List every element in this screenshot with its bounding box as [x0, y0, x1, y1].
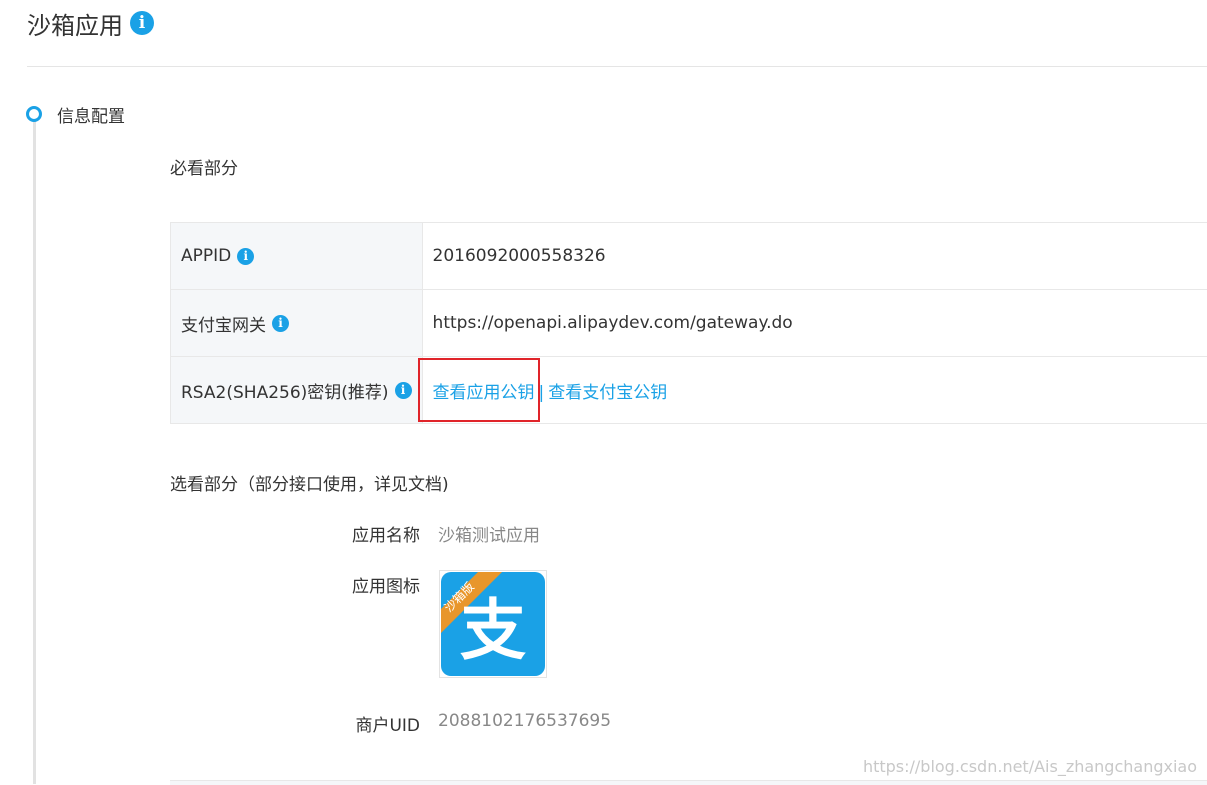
alipay-zhi-glyph: 支 [460, 592, 526, 669]
page-title: 沙箱应用 i [27, 6, 154, 40]
required-section-title: 必看部分 [170, 154, 238, 179]
app-name-row: 应用名称 沙箱测试应用 [300, 521, 540, 546]
merchant-uid-row: 商户UID 2088102176537695 [300, 711, 611, 736]
gateway-label: 支付宝网关 [181, 311, 266, 336]
header-divider [27, 66, 1207, 67]
step-title: 信息配置 [57, 102, 125, 127]
gateway-value: https://openapi.alipaydev.com/gateway.do [422, 290, 1207, 357]
table-row-rsa2-key: RSA2(SHA256)密钥(推荐) i 查看应用公钥|查看支付宝公钥 [171, 357, 1207, 424]
table-row-gateway: 支付宝网关 i https://openapi.alipaydev.com/ga… [171, 290, 1207, 357]
info-icon[interactable]: i [272, 315, 289, 332]
gateway-label-cell: 支付宝网关 i [171, 290, 423, 357]
next-table-edge [170, 780, 1207, 785]
timeline-line [33, 121, 36, 784]
app-icon-label: 应用图标 [300, 572, 420, 597]
timeline-step-dot [26, 106, 42, 122]
table-row-appid: APPID i 2016092000558326 [171, 223, 1207, 290]
view-alipay-public-key-link[interactable]: 查看支付宝公钥 [548, 383, 667, 403]
link-separator: | [539, 383, 545, 403]
merchant-uid-label: 商户UID [300, 711, 420, 736]
view-app-public-key-link[interactable]: 查看应用公钥 [433, 383, 535, 403]
info-icon[interactable]: i [237, 248, 254, 265]
info-icon[interactable]: i [395, 382, 412, 399]
appid-value: 2016092000558326 [422, 223, 1207, 290]
app-name-label: 应用名称 [300, 521, 420, 546]
app-icon-row: 应用图标 [300, 572, 420, 597]
page-title-text: 沙箱应用 [27, 6, 123, 41]
watermark: https://blog.csdn.net/Ais_zhangchangxiao [863, 757, 1197, 776]
info-icon[interactable]: i [130, 11, 154, 35]
app-name-value: 沙箱测试应用 [438, 521, 540, 546]
optional-section-title: 选看部分（部分接口使用，详见文档) [170, 470, 449, 495]
appid-label: APPID [181, 246, 231, 266]
appid-label-cell: APPID i [171, 223, 423, 290]
alipay-app-icon: 沙箱版 支 [439, 570, 547, 678]
required-config-table: APPID i 2016092000558326 支付宝网关 i https:/… [170, 222, 1207, 424]
rsa2-label-cell: RSA2(SHA256)密钥(推荐) i [171, 357, 423, 424]
rsa2-label: RSA2(SHA256)密钥(推荐) [181, 378, 389, 403]
rsa2-links-cell: 查看应用公钥|查看支付宝公钥 [422, 357, 1207, 424]
merchant-uid-value: 2088102176537695 [438, 711, 611, 736]
